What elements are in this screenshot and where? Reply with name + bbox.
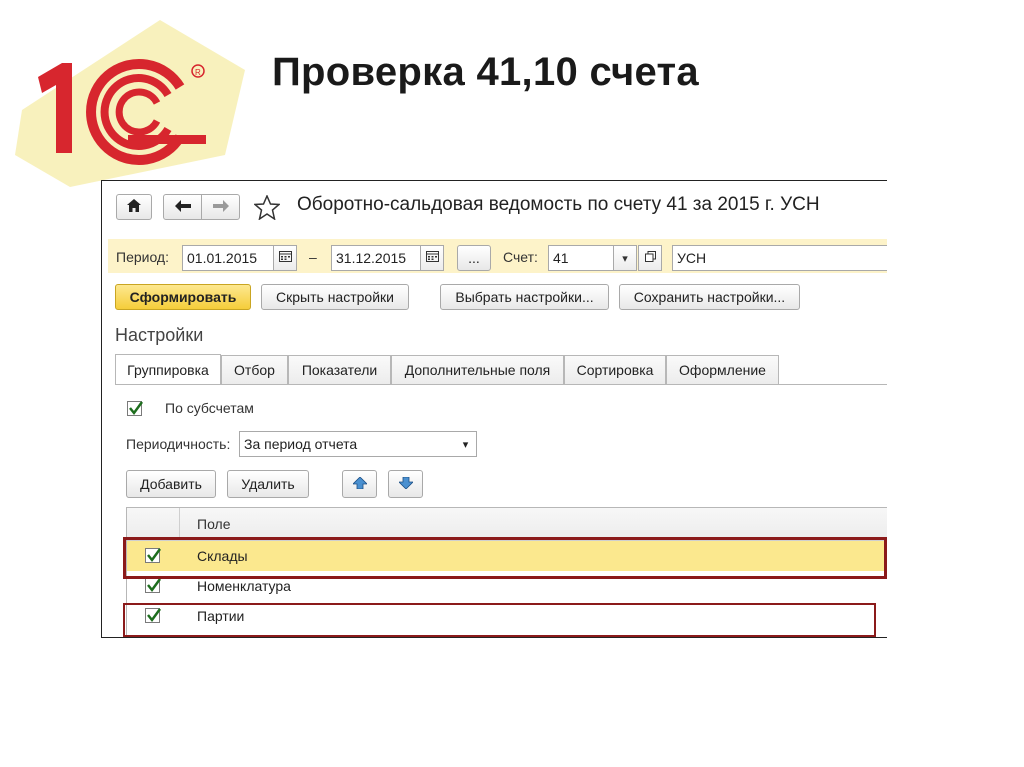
generate-button[interactable]: Сформировать <box>115 284 251 310</box>
checkmark-icon <box>147 548 162 563</box>
table-row[interactable]: Номенклатура <box>127 571 887 601</box>
tab-sorting[interactable]: Сортировка <box>564 355 666 384</box>
report-window: Оборотно-сальдовая ведомость по счету 41… <box>101 180 887 638</box>
hide-settings-button[interactable]: Скрыть настройки <box>261 284 409 310</box>
chevron-down-icon: ▾ <box>622 252 628 265</box>
period-to-field[interactable]: 31.12.2015 <box>331 245 421 271</box>
checkmark-icon <box>147 578 162 593</box>
back-arrow-icon <box>174 199 191 215</box>
periodicity-select[interactable]: За период отчета <box>239 431 456 457</box>
home-button[interactable] <box>116 194 152 220</box>
tab-grouping[interactable]: Группировка <box>115 354 221 385</box>
account-label: Счет: <box>503 249 538 265</box>
calendar-to-button[interactable] <box>420 245 444 271</box>
move-down-button[interactable] <box>388 470 423 498</box>
calendar-from-button[interactable] <box>273 245 297 271</box>
account-field[interactable]: 41 <box>548 245 614 271</box>
checkmark-icon <box>129 401 144 416</box>
svg-text:R: R <box>195 68 201 77</box>
period-dash: – <box>309 249 317 265</box>
choose-settings-button[interactable]: Выбрать настройки... <box>440 284 609 310</box>
period-select-button[interactable]: ... <box>457 245 491 271</box>
calendar-icon <box>425 251 439 265</box>
row-checkbox[interactable] <box>145 548 162 563</box>
table-row[interactable]: Партии <box>127 601 887 631</box>
add-button[interactable]: Добавить <box>126 470 216 498</box>
chevron-down-icon: ▾ <box>462 438 469 451</box>
favorite-star-icon[interactable] <box>253 194 281 223</box>
arrow-down-icon <box>397 476 414 492</box>
organization-field[interactable]: УСН <box>672 245 887 271</box>
settings-heading: Настройки <box>115 325 204 345</box>
column-separator <box>179 508 180 540</box>
slide-title: Проверка 41,10 счета <box>272 50 699 94</box>
row-label: Партии <box>197 608 245 624</box>
save-settings-button[interactable]: Сохранить настройки... <box>619 284 800 310</box>
row-checkbox[interactable] <box>145 578 162 593</box>
calendar-icon <box>278 251 292 265</box>
tab-filter[interactable]: Отбор <box>221 355 288 384</box>
by-subaccounts-checkbox[interactable] <box>127 401 144 416</box>
tab-additional-fields[interactable]: Дополнительные поля <box>391 355 564 384</box>
row-label: Номенклатура <box>197 578 291 594</box>
periodicity-label: Периодичность: <box>126 436 231 452</box>
tab-divider <box>115 384 887 385</box>
column-header-field: Поле <box>197 516 231 532</box>
move-up-button[interactable] <box>342 470 377 498</box>
table-header: Поле <box>127 508 887 541</box>
checkmark-icon <box>147 608 162 623</box>
1c-logo: R <box>10 15 260 190</box>
account-dropdown-button[interactable]: ▾ <box>613 245 637 271</box>
arrow-up-icon <box>351 476 368 492</box>
open-form-icon <box>644 251 656 265</box>
periodicity-dropdown-button[interactable]: ▾ <box>455 431 477 457</box>
tab-indicators[interactable]: Показатели <box>288 355 391 384</box>
row-label: Склады <box>197 548 248 564</box>
window-title: Оборотно-сальдовая ведомость по счету 41… <box>297 194 820 215</box>
account-open-button[interactable] <box>638 245 662 271</box>
by-subaccounts-label: По субсчетам <box>165 400 254 416</box>
back-button[interactable] <box>163 194 202 220</box>
forward-arrow-icon <box>212 199 229 215</box>
delete-button[interactable]: Удалить <box>227 470 309 498</box>
tab-appearance[interactable]: Оформление <box>666 355 779 384</box>
period-label: Период: <box>116 249 169 265</box>
table-row[interactable]: Склады <box>127 541 887 571</box>
home-icon <box>127 199 141 215</box>
period-from-field[interactable]: 01.01.2015 <box>182 245 274 271</box>
forward-button[interactable] <box>201 194 240 220</box>
fields-table: Поле Склады Номенклатура Партии <box>126 507 887 637</box>
row-checkbox[interactable] <box>145 608 162 623</box>
